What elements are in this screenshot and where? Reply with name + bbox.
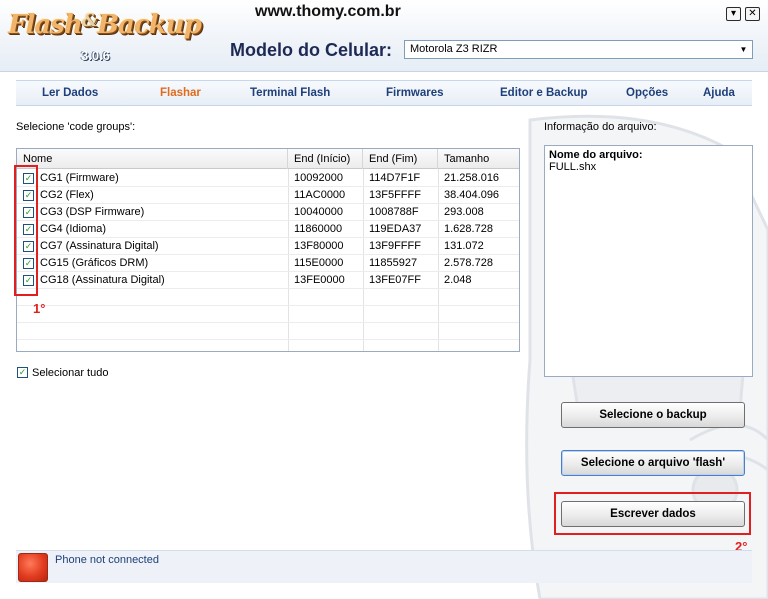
table-header: Nome End (Início) End (Fim) Tamanho [17,149,519,169]
file-info-box: Nome do arquivo: FULL.shx [544,145,753,377]
chevron-down-icon[interactable]: ▼ [737,43,750,56]
connection-status-text: Phone not connected [55,554,159,566]
cell-start: 13F80000 [294,240,344,252]
cell-size: 38.404.096 [444,189,500,201]
model-select[interactable]: Motorola Z3 RIZR ▼ [404,40,753,59]
cell-end: 114D7F1F [369,172,421,184]
file-info-label: Informação do arquivo: [544,121,657,133]
annotation-box-1 [14,165,38,296]
code-groups-label: Selecione 'code groups': [16,121,136,133]
column-header-nome[interactable]: Nome [17,149,288,169]
write-data-button[interactable]: Escrever dados [561,501,745,527]
logo-text-flash: Flash [8,10,83,40]
select-backup-button[interactable]: Selecione o backup [561,402,745,428]
table-row[interactable]: ✓ CG7 (Assinatura Digital) 13F80000 13F9… [17,238,519,255]
cell-end: 13F5FFFF [369,189,421,201]
cell-size: 21.258.016 [444,172,500,184]
main-nav: Ler Dados Flashar Terminal Flash Firmwar… [16,80,752,106]
nav-editor-backup[interactable]: Editor e Backup [500,87,588,99]
table-row[interactable]: ✓ CG4 (Idioma) 11860000 119EDA37 1.628.7… [17,221,519,238]
app-version: 3.0.6 [81,48,110,63]
table-row[interactable]: ✓ CG1 (Firmware) 10092000 114D7F1F 21.25… [17,170,519,187]
cell-start: 10040000 [294,206,343,218]
minimize-button[interactable]: ▾ [726,7,741,21]
column-header-end-fim[interactable]: End (Fim) [363,149,438,169]
nav-ler-dados[interactable]: Ler Dados [42,87,98,99]
select-all-label[interactable]: Selecionar tudo [32,367,108,379]
row-divider [17,305,519,306]
model-select-value: Motorola Z3 RIZR [410,43,498,55]
cell-name: CG1 (Firmware) [40,172,119,184]
logo-title: Flash&Backup [8,10,202,40]
cell-size: 2.048 [444,274,472,286]
cell-name: CG18 (Assinatura Digital) [40,274,165,286]
nav-opcoes[interactable]: Opções [626,87,668,99]
cell-name: CG7 (Assinatura Digital) [40,240,159,252]
table-row[interactable]: ✓ CG2 (Flex) 11AC0000 13F5FFFF 38.404.09… [17,187,519,204]
cell-size: 1.628.728 [444,223,493,235]
annotation-label-1: 1° [33,301,46,316]
cell-end: 119EDA37 [369,223,422,235]
row-divider [17,322,519,323]
cell-name: CG2 (Flex) [40,189,94,201]
cell-start: 11860000 [294,223,343,235]
cell-start: 13FE0000 [294,274,345,286]
header: Flash&Backup 3.0.6 www.thomy.com.br ▾ ✕ … [0,0,768,72]
nav-ajuda[interactable]: Ajuda [703,87,735,99]
file-name-heading: Nome do arquivo: [549,149,643,161]
select-flash-file-button[interactable]: Selecione o arquivo 'flash' [561,450,745,476]
code-groups-table: Nome End (Início) End (Fim) Tamanho ✓ CG… [16,148,520,352]
site-url: www.thomy.com.br [255,3,401,20]
close-button[interactable]: ✕ [745,7,760,21]
cell-name: CG4 (Idioma) [40,223,107,235]
row-divider [17,339,519,340]
cell-end: 1008788F [369,206,419,218]
cell-start: 10092000 [294,172,343,184]
cell-name: CG3 (DSP Firmware) [40,206,145,218]
table-row[interactable]: ✓ CG15 (Gráficos DRM) 115E0000 11855927 … [17,255,519,272]
cell-start: 11AC0000 [294,189,346,201]
file-name-value: FULL.shx [549,161,597,173]
cell-start: 115E0000 [294,257,344,269]
cell-end: 13F9FFFF [369,240,421,252]
cell-end: 13FE07FF [369,274,421,286]
column-header-end-inicio[interactable]: End (Início) [288,149,363,169]
app-logo: Flash&Backup 3.0.6 [8,6,208,66]
connection-status-icon [18,553,48,582]
cell-size: 293.008 [444,206,484,218]
cell-size: 131.072 [444,240,484,252]
nav-terminal-flash[interactable]: Terminal Flash [250,87,330,99]
table-row[interactable]: ✓ CG18 (Assinatura Digital) 13FE0000 13F… [17,272,519,289]
table-row[interactable]: ✓ CG3 (DSP Firmware) 10040000 1008788F 2… [17,204,519,221]
logo-amp: & [81,10,98,31]
nav-firmwares[interactable]: Firmwares [386,87,444,99]
cell-end: 11855927 [369,257,418,269]
logo-text-backup: Backup [97,10,202,40]
cell-name: CG15 (Gráficos DRM) [40,257,149,269]
model-label: Modelo do Celular: [230,40,392,60]
nav-flashar[interactable]: Flashar [160,87,201,99]
cell-size: 2.578.728 [444,257,493,269]
select-all-checkbox[interactable]: ✓ [17,367,28,378]
column-header-tamanho[interactable]: Tamanho [438,149,519,169]
